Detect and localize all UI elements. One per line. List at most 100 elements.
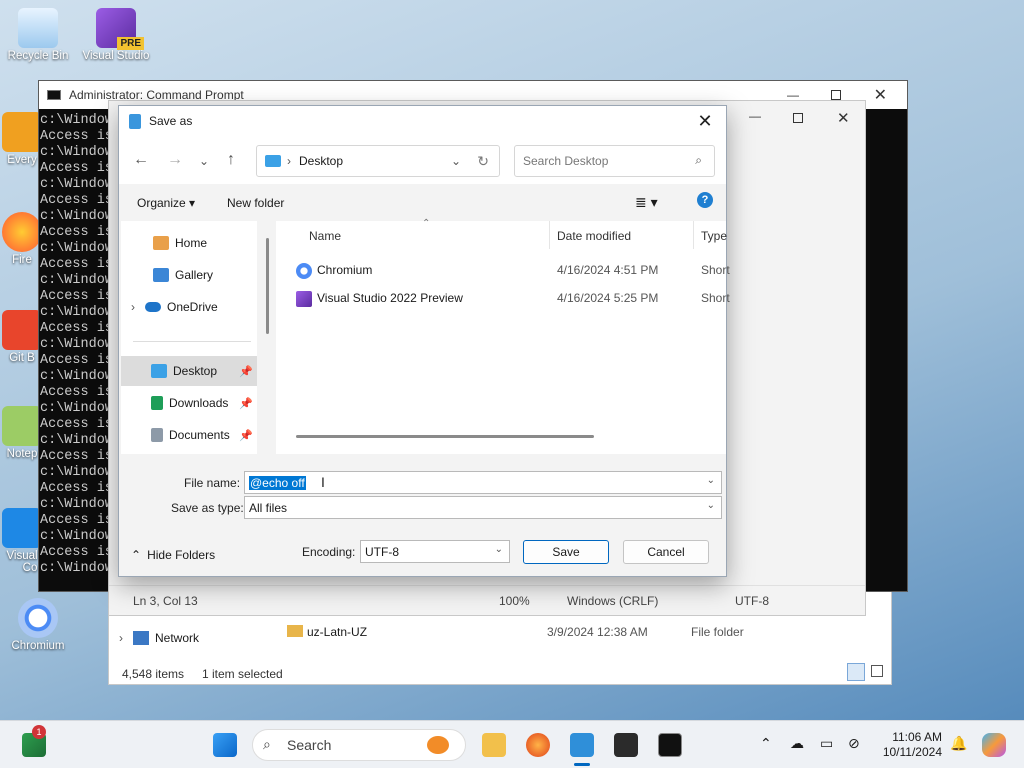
terminal-icon[interactable] [614, 733, 638, 757]
close-icon[interactable]: ✕ [874, 85, 887, 105]
column-divider [693, 221, 694, 249]
maximize-icon[interactable] [831, 90, 841, 100]
chevron-right-icon: › [119, 631, 123, 645]
file-list[interactable]: Name ⌃ Date modified Type Chromium 4/16/… [276, 218, 730, 454]
close-icon[interactable]: ✕ [837, 109, 850, 127]
volume-icon[interactable]: ⊘ [848, 735, 860, 752]
organize-menu[interactable]: Organize ▾ [137, 196, 195, 210]
nav-item-label: Downloads [169, 396, 229, 410]
clock[interactable]: 11:06 AM 10/11/2024 [870, 730, 942, 760]
chevron-down-icon[interactable]: ⌄ [707, 475, 715, 486]
file-name: Chromium [317, 263, 373, 277]
view-options-icon[interactable]: ≣ ▾ [635, 194, 658, 211]
chevron-up-icon: ⌃ [131, 548, 142, 562]
up-arrow-icon[interactable]: ↑ [227, 151, 235, 169]
items-count: 4,548 items [122, 667, 185, 681]
stock-widget-icon[interactable]: 1 [22, 725, 46, 757]
nav-pane-scrollbar[interactable] [266, 238, 269, 334]
nav-item-gallery[interactable]: Gallery [121, 260, 257, 290]
new-folder-button[interactable]: New folder [227, 196, 284, 210]
file-row[interactable]: Chromium 4/16/2024 4:51 PM Short [276, 257, 730, 283]
nav-item-label: Documents [169, 428, 230, 442]
desktop-icon [151, 364, 167, 378]
dialog-titlebar: Save as ✕ [119, 106, 726, 136]
desktop-icon-visual-studio[interactable]: PRE Visual Studio [80, 8, 152, 62]
nav-item-label: Network [155, 631, 200, 645]
recent-locations-chevron-icon[interactable]: ⌄ [199, 154, 209, 168]
hide-folders-label: Hide Folders [147, 548, 216, 562]
chevron-up-icon[interactable]: ⌃ [760, 735, 772, 752]
column-header-name[interactable]: Name [309, 229, 341, 243]
navigation-pane[interactable]: Home Gallery › OneDrive Desktop 📌 Downlo… [121, 221, 269, 454]
desktop-icon-label: Visual Studio [82, 50, 150, 62]
nav-item-home[interactable]: Home [121, 228, 257, 258]
column-header-type[interactable]: Type [701, 229, 727, 243]
nav-item-downloads[interactable]: Downloads 📌 [121, 388, 257, 418]
close-icon[interactable]: ✕ [694, 110, 716, 132]
desktop-folder-icon [265, 155, 281, 167]
minimize-icon[interactable]: — [749, 109, 761, 123]
nav-item-network[interactable]: › Network [119, 631, 199, 645]
visual-studio-shortcut-icon [296, 291, 312, 307]
maximize-icon[interactable] [793, 113, 803, 123]
search-icon: ⌕ [263, 736, 271, 752]
display-icon[interactable]: ▭ [820, 735, 833, 752]
navigation-bar: ← → ⌄ ↑ › Desktop ⌄ ↻ Search Desktop ⌕ [119, 136, 726, 184]
help-icon[interactable]: ? [697, 192, 713, 208]
details-view-icon[interactable] [847, 663, 865, 681]
desktop-icon-recycle-bin[interactable]: Recycle Bin [2, 8, 74, 62]
command-prompt-icon[interactable] [658, 733, 682, 757]
file-row[interactable]: Visual Studio 2022 Preview 4/16/2024 5:2… [276, 285, 730, 311]
taskbar: 1 ⌕ Search ⌃ ☁ ▭ ⊘ 11:06 AM 10/11/2024 🔔 [0, 720, 1024, 768]
encoding-label: Encoding: [302, 545, 356, 559]
file-date: 3/9/2024 12:38 AM [547, 625, 648, 639]
taskbar-search[interactable]: ⌕ Search [252, 729, 466, 761]
nav-item-onedrive[interactable]: › OneDrive [121, 292, 257, 322]
file-name-label: File name: [184, 476, 241, 490]
pin-icon: 📌 [239, 429, 253, 442]
network-icon[interactable]: ☁ [790, 735, 804, 752]
pre-badge: PRE [117, 37, 144, 50]
desktop-icon-chromium[interactable]: Chromium [2, 598, 74, 652]
file-name-value: @echo off [249, 476, 306, 490]
save-button[interactable]: Save [523, 540, 609, 564]
tiles-view-icon[interactable] [871, 665, 883, 677]
chevron-right-icon: › [131, 300, 135, 314]
notepad-icon[interactable] [570, 733, 594, 757]
file-explorer-icon[interactable] [482, 733, 506, 757]
search-input[interactable]: Search Desktop ⌕ [514, 145, 715, 177]
network-icon [133, 631, 149, 645]
chevron-down-icon: ⌄ [494, 544, 503, 555]
downloads-icon [151, 396, 163, 410]
cmd-icon [47, 90, 61, 100]
horizontal-scrollbar[interactable] [296, 435, 594, 438]
file-name-input[interactable]: @echo off I ⌄ [244, 471, 722, 494]
dialog-title: Save as [149, 114, 193, 128]
status-bar: 4,548 items 1 item selected [109, 661, 891, 685]
copilot-icon[interactable] [982, 733, 1006, 757]
save-as-dialog[interactable]: Save as ✕ ← → ⌄ ↑ › Desktop ⌄ ↻ Search D… [118, 105, 730, 577]
pin-icon: 📌 [239, 397, 253, 410]
breadcrumb-desktop[interactable]: Desktop [299, 154, 343, 168]
encoding-select[interactable]: UTF-8 ⌄ [360, 540, 510, 563]
chevron-down-icon[interactable]: ⌄ [451, 154, 461, 168]
back-arrow-icon[interactable]: ← [133, 151, 149, 169]
notepad-status-bar: Ln 3, Col 13 100% Windows (CRLF) UTF-8 [109, 585, 865, 615]
file-type: Short [701, 263, 730, 277]
cancel-button[interactable]: Cancel [623, 540, 709, 564]
notepad-icon [129, 113, 141, 129]
file-row[interactable]: uz-Latn-UZ 3/9/2024 12:38 AM File folder [285, 623, 885, 643]
notifications-bell-icon[interactable]: 🔔 [950, 735, 967, 752]
save-as-type-select[interactable]: All files ⌄ [244, 496, 722, 519]
refresh-icon[interactable]: ↻ [477, 153, 489, 170]
forward-arrow-icon[interactable]: → [167, 151, 183, 169]
nav-item-desktop[interactable]: Desktop 📌 [121, 356, 257, 386]
file-encoding: UTF-8 [735, 594, 769, 608]
firefox-icon[interactable] [526, 733, 550, 757]
address-bar[interactable]: › Desktop ⌄ ↻ [256, 145, 500, 177]
gallery-icon [153, 268, 169, 282]
nav-item-documents[interactable]: Documents 📌 [121, 420, 257, 450]
start-windows-icon[interactable] [213, 733, 237, 757]
column-header-date-modified[interactable]: Date modified [557, 229, 631, 243]
hide-folders-button[interactable]: ⌃ Hide Folders [131, 548, 215, 562]
